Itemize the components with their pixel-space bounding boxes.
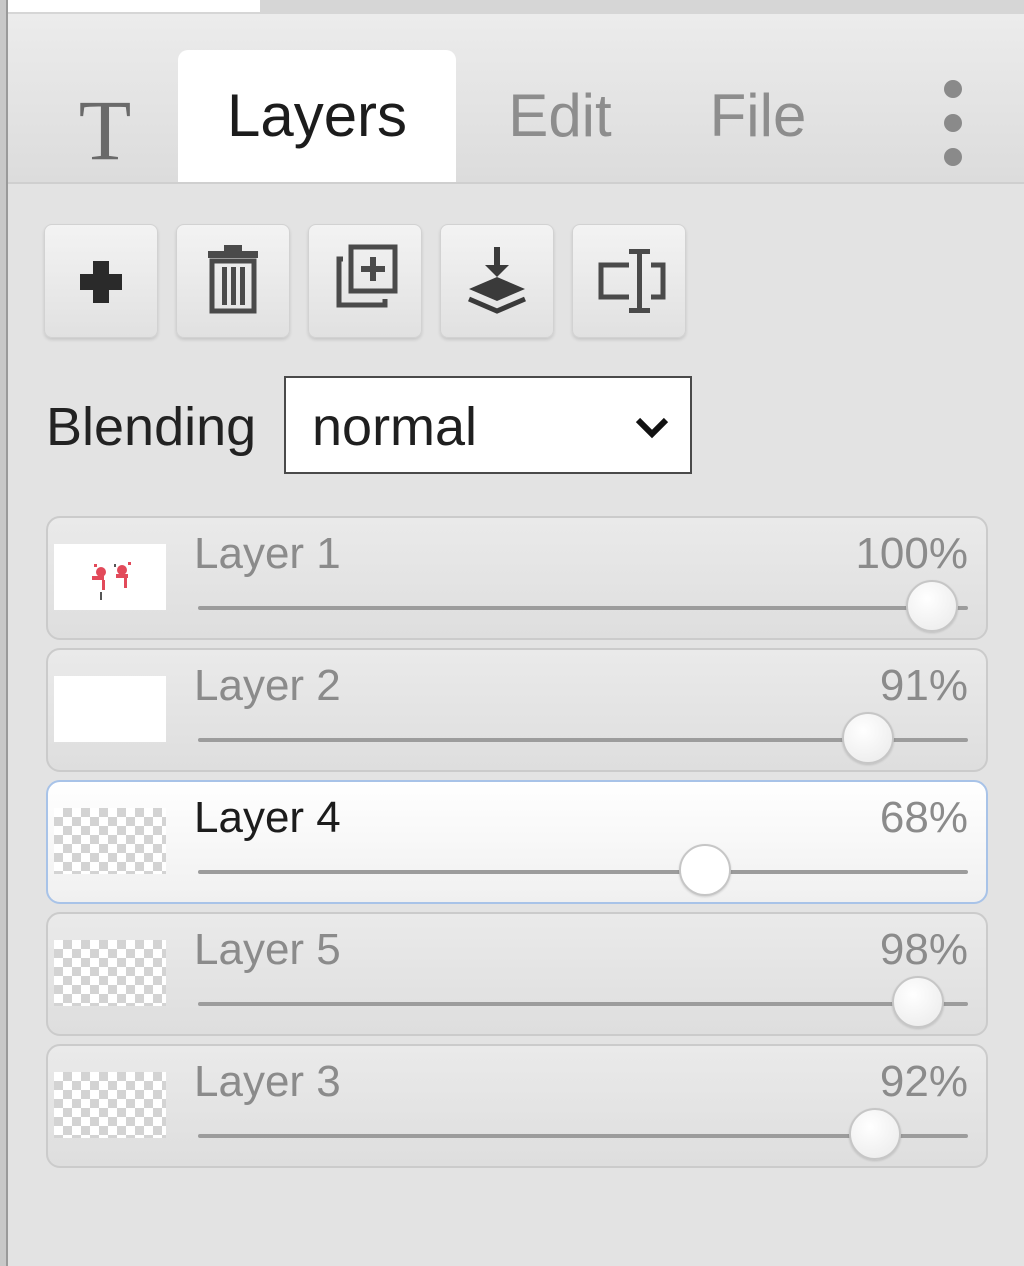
layer-thumbnail bbox=[54, 544, 166, 610]
layer-name: Layer 4 bbox=[194, 793, 341, 842]
opacity-slider[interactable] bbox=[198, 1108, 968, 1160]
plus-icon bbox=[80, 261, 122, 303]
top-strip-highlight bbox=[8, 0, 260, 12]
layer-thumbnail bbox=[54, 808, 166, 874]
text-tool-icon[interactable]: T bbox=[70, 86, 140, 174]
panel-tab-bar: T Layers Edit File bbox=[8, 14, 1024, 184]
tab-layers[interactable]: Layers bbox=[178, 50, 456, 182]
opacity-slider-handle[interactable] bbox=[842, 712, 895, 764]
layer-name: Layer 2 bbox=[194, 661, 341, 710]
opacity-slider-handle[interactable] bbox=[906, 580, 958, 632]
panel-left-border bbox=[0, 0, 8, 1266]
trash-icon bbox=[208, 245, 258, 314]
layer-opacity-value: 92% bbox=[879, 1057, 968, 1106]
rename-layer-button[interactable] bbox=[572, 224, 686, 338]
rename-icon bbox=[598, 249, 666, 313]
add-layer-button[interactable] bbox=[44, 224, 158, 338]
opacity-slider[interactable] bbox=[198, 976, 968, 1028]
delete-layer-button[interactable] bbox=[176, 224, 290, 338]
layer-thumbnail bbox=[54, 1072, 166, 1138]
opacity-slider[interactable] bbox=[198, 580, 968, 632]
layer-opacity-value: 100% bbox=[855, 529, 968, 578]
layer-row[interactable]: Layer 1 100% bbox=[46, 516, 988, 640]
opacity-slider-handle[interactable] bbox=[891, 976, 944, 1028]
layer-row[interactable]: Layer 3 92% bbox=[46, 1044, 988, 1168]
layer-row[interactable]: Layer 5 98% bbox=[46, 912, 988, 1036]
blending-select[interactable]: normal bbox=[284, 376, 692, 474]
layer-opacity-value: 91% bbox=[879, 661, 968, 710]
layer-opacity-value: 68% bbox=[879, 793, 968, 842]
opacity-slider-handle[interactable] bbox=[849, 1108, 902, 1160]
chevron-down-icon bbox=[635, 417, 669, 439]
kebab-icon[interactable] bbox=[936, 80, 972, 168]
duplicate-icon bbox=[336, 244, 398, 308]
tab-file[interactable]: File bbox=[698, 50, 818, 182]
layer-opacity-value: 98% bbox=[879, 925, 968, 974]
opacity-slider[interactable] bbox=[198, 844, 968, 896]
layer-thumbnail bbox=[54, 676, 166, 742]
merge-down-button[interactable] bbox=[440, 224, 554, 338]
layer-name: Layer 3 bbox=[194, 1057, 341, 1106]
merge-down-icon bbox=[468, 247, 526, 314]
opacity-slider[interactable] bbox=[198, 712, 968, 764]
layer-row[interactable]: Layer 2 91% bbox=[46, 648, 988, 772]
layer-name: Layer 1 bbox=[194, 529, 341, 578]
blending-label: Blending bbox=[46, 397, 257, 457]
tab-edit[interactable]: Edit bbox=[490, 50, 630, 182]
opacity-slider-handle[interactable] bbox=[679, 844, 732, 896]
layer-name: Layer 5 bbox=[194, 925, 341, 974]
blending-value: normal bbox=[312, 397, 478, 457]
layer-thumbnail bbox=[54, 940, 166, 1006]
duplicate-layer-button[interactable] bbox=[308, 224, 422, 338]
layer-row[interactable]: Layer 4 68% bbox=[46, 780, 988, 904]
